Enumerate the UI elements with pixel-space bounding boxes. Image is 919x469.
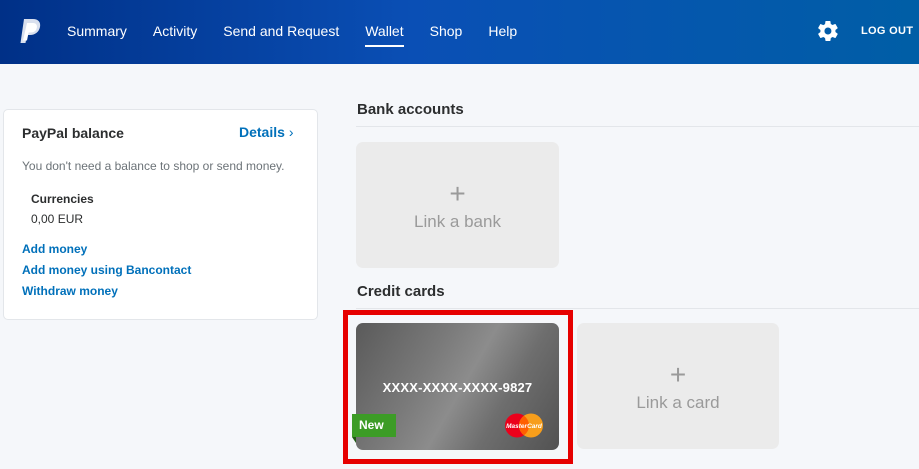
logout-button[interactable]: LOG OUT [861, 25, 913, 37]
add-money-link[interactable]: Add money [22, 242, 87, 256]
currency-value: 0,00 EUR [31, 212, 84, 226]
nav-summary[interactable]: Summary [54, 0, 140, 64]
main-nav: Summary Activity Send and Request Wallet… [54, 0, 530, 64]
paypal-balance-card: PayPal balance Details › You don't need a… [3, 109, 318, 320]
svg-text:MasterCard: MasterCard [506, 423, 543, 430]
currencies-heading: Currencies [31, 192, 94, 206]
details-label: Details [239, 124, 285, 140]
plus-icon: + [449, 178, 466, 209]
gear-icon[interactable] [816, 19, 840, 43]
nav-shop[interactable]: Shop [417, 0, 476, 64]
divider [356, 308, 919, 309]
nav-send-and-request[interactable]: Send and Request [210, 0, 352, 64]
plus-icon: + [669, 359, 687, 390]
credit-cards-heading: Credit cards [357, 283, 445, 300]
top-nav-bar: Summary Activity Send and Request Wallet… [0, 0, 919, 64]
nav-wallet[interactable]: Wallet [352, 0, 416, 64]
divider [356, 126, 919, 127]
badge-fold [352, 437, 356, 443]
balance-description: You don't need a balance to shop or send… [22, 159, 285, 173]
nav-activity[interactable]: Activity [140, 0, 210, 64]
link-card-tile[interactable]: + Link a card [577, 323, 779, 449]
new-badge: New [352, 414, 396, 437]
mastercard-logo-icon: MasterCard [505, 413, 543, 438]
withdraw-money-link[interactable]: Withdraw money [22, 284, 118, 298]
link-bank-label: Link a bank [414, 212, 501, 231]
nav-help[interactable]: Help [475, 0, 530, 64]
paypal-logo-icon[interactable] [18, 17, 44, 45]
balance-title: PayPal balance [22, 125, 124, 141]
chevron-right-icon: › [288, 124, 294, 140]
link-bank-tile[interactable]: + Link a bank [356, 142, 559, 268]
add-money-bancontact-link[interactable]: Add money using Bancontact [22, 263, 191, 277]
link-card-label: Link a card [636, 393, 720, 412]
bank-accounts-heading: Bank accounts [357, 101, 464, 118]
details-link[interactable]: Details › [239, 124, 294, 140]
card-number: XXXX-XXXX-XXXX-9827 [382, 380, 533, 395]
